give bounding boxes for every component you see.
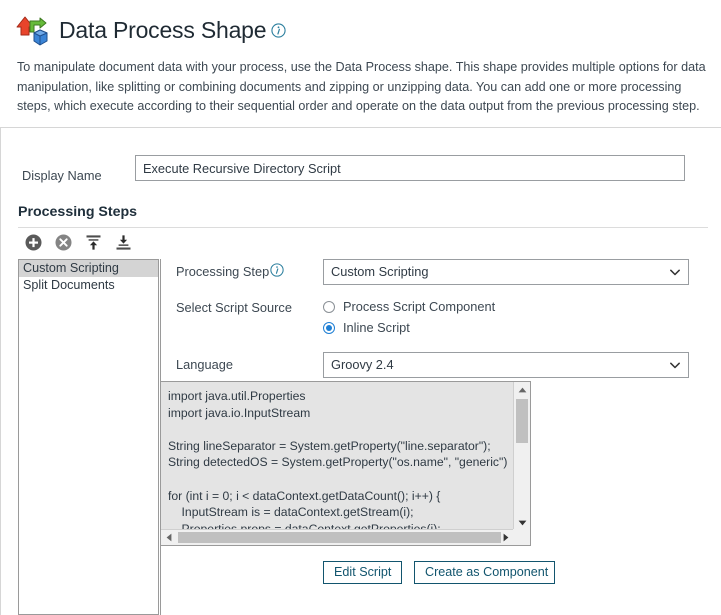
page-title: Data Process Shape	[59, 17, 286, 44]
x-circle-icon[interactable]	[54, 233, 73, 252]
data-process-shape-panel: Data Process Shape To manipulate documen…	[0, 0, 721, 615]
language-select-value: Groovy 2.4	[331, 357, 394, 372]
radio-label: Inline Script	[343, 320, 410, 335]
inline-script-vertical-scrollbar[interactable]	[513, 382, 530, 530]
scrollbar-corner	[513, 529, 530, 545]
processing-steps-list[interactable]: Custom Scripting Split Documents	[18, 259, 159, 615]
list-item[interactable]: Custom Scripting	[19, 260, 158, 277]
chevron-down-icon	[670, 269, 680, 276]
move-to-top-icon[interactable]	[84, 233, 103, 252]
script-source-label: Select Script Source	[176, 300, 292, 315]
processing-step-info-icon[interactable]	[270, 263, 284, 282]
processing-step-select[interactable]: Custom Scripting	[323, 259, 689, 285]
panel-header: Data Process Shape To manipulate documen…	[0, 0, 721, 128]
scroll-right-arrow-icon[interactable]	[498, 530, 513, 545]
radio-inline-script[interactable]: Inline Script	[323, 320, 410, 335]
scroll-left-arrow-icon[interactable]	[161, 530, 176, 545]
radio-process-script-component[interactable]: Process Script Component	[323, 299, 495, 314]
processing-steps-heading: Processing Steps	[18, 204, 137, 220]
shape-description: To manipulate document data with your pr…	[17, 58, 707, 117]
radio-label: Process Script Component	[343, 299, 495, 314]
language-select[interactable]: Groovy 2.4	[323, 352, 689, 378]
inline-script-horizontal-scrollbar[interactable]	[161, 529, 530, 545]
language-label: Language	[176, 357, 233, 372]
radio-button[interactable]	[323, 301, 335, 313]
inline-script-editor[interactable]: import java.util.Properties import java.…	[160, 381, 531, 546]
vertical-scroll-thumb[interactable]	[516, 399, 528, 443]
display-name-label: Display Name	[22, 168, 102, 183]
inline-script-code[interactable]: import java.util.Properties import java.…	[161, 382, 513, 530]
panel-body: Display Name Processing Steps	[0, 128, 721, 615]
title-row: Data Process Shape	[16, 14, 286, 46]
page-title-text: Data Process Shape	[59, 17, 266, 43]
section-divider	[18, 227, 708, 228]
radio-button[interactable]	[323, 322, 335, 334]
edit-script-button[interactable]: Edit Script	[323, 561, 402, 584]
processing-steps-toolbar	[24, 233, 133, 252]
list-item[interactable]: Split Documents	[19, 277, 158, 294]
processing-step-select-value: Custom Scripting	[331, 264, 428, 279]
scroll-down-arrow-icon[interactable]	[514, 515, 530, 530]
move-to-bottom-icon[interactable]	[114, 233, 133, 252]
horizontal-scroll-thumb[interactable]	[178, 532, 501, 543]
title-info-icon[interactable]	[266, 17, 286, 43]
scroll-up-arrow-icon[interactable]	[514, 382, 530, 397]
chevron-down-icon	[670, 362, 680, 369]
plus-circle-icon[interactable]	[24, 233, 43, 252]
data-process-shape-icon	[16, 14, 50, 46]
processing-step-label: Processing Step	[176, 264, 269, 279]
create-as-component-button[interactable]: Create as Component	[414, 561, 555, 584]
display-name-input[interactable]	[135, 155, 685, 181]
